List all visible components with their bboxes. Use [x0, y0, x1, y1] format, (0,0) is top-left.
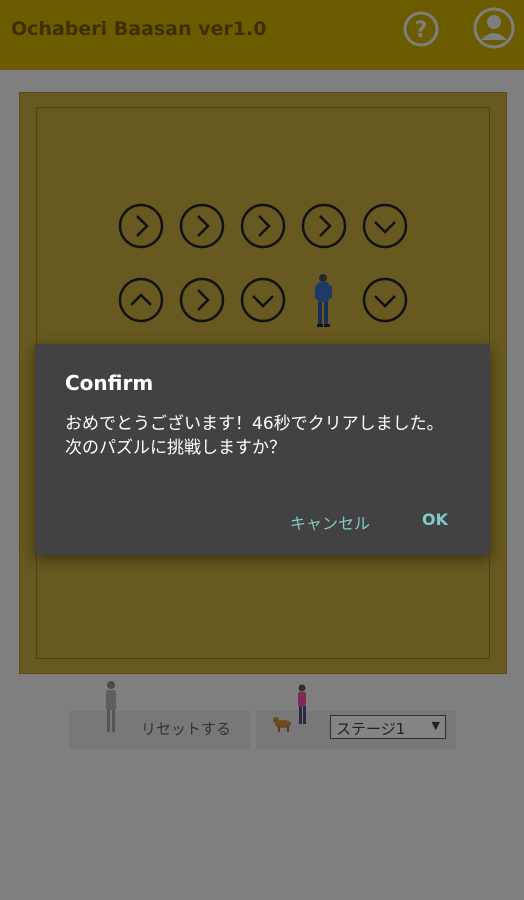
player-figure-icon	[315, 274, 332, 327]
cancel-button[interactable]: キャンセル	[290, 510, 370, 534]
tile-arrow-right-icon[interactable]	[301, 203, 347, 249]
help-circle-icon[interactable]: ?	[402, 10, 440, 48]
account-circle-icon[interactable]	[472, 6, 516, 50]
svg-text:?: ?	[415, 18, 428, 43]
tile-arrow-down-icon[interactable]	[362, 277, 408, 323]
tile-arrow-right-icon[interactable]	[179, 277, 225, 323]
app-bar: Ochaberi Baasan ver1.0 ?	[0, 0, 524, 70]
tile-arrow-down-icon[interactable]	[240, 277, 286, 323]
dialog-message: おめでとうございます！46秒でクリアしました。 次のパズルに挑戦しますか？	[65, 414, 444, 458]
app-title: Ochaberi Baasan ver1.0	[11, 18, 267, 40]
stage-select[interactable]: ステージ1 ▼	[330, 715, 446, 739]
ok-button[interactable]: OK	[422, 510, 448, 529]
reset-label: リセットする	[141, 720, 232, 738]
tile-arrow-right-icon[interactable]	[118, 203, 164, 249]
dialog-title: Confirm	[65, 371, 154, 395]
tile-arrow-down-icon[interactable]	[362, 203, 408, 249]
confirm-dialog: Confirm おめでとうございます！46秒でクリアしました。 次のパズルに挑戦…	[35, 344, 490, 555]
tile-arrow-right-icon[interactable]	[179, 203, 225, 249]
tile-arrow-up-icon[interactable]	[118, 277, 164, 323]
tile-arrow-right-icon[interactable]	[240, 203, 286, 249]
standing-person-icon	[106, 681, 116, 732]
dropdown-arrow-icon: ▼	[431, 719, 440, 732]
stage-select-value: ステージ1	[336, 720, 406, 738]
person-with-dog-icon	[273, 684, 306, 732]
